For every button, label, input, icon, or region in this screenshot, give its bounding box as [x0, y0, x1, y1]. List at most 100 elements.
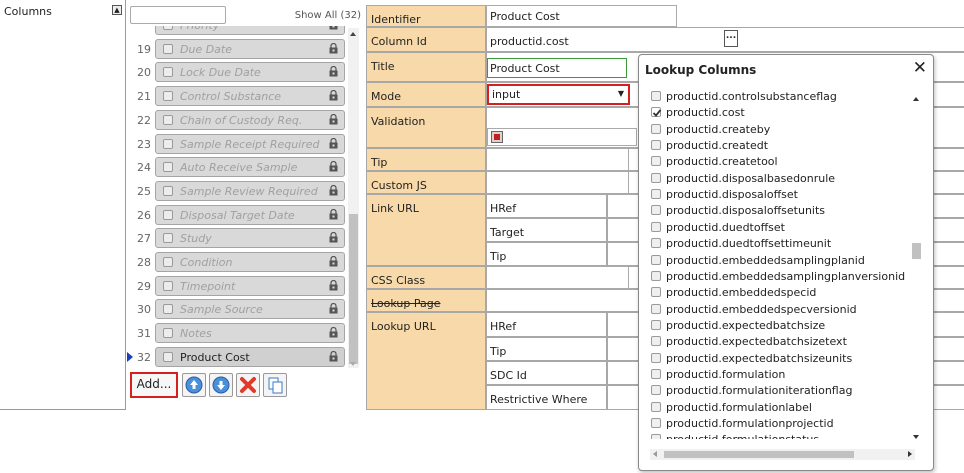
lock-icon[interactable]: [329, 327, 338, 338]
column-id-input[interactable]: productid.cost: [490, 35, 569, 48]
column-checkbox[interactable]: [163, 351, 173, 362]
tip-input[interactable]: [486, 148, 629, 171]
lock-icon[interactable]: [329, 303, 338, 314]
column-list-item[interactable]: 25 Sample Review Required: [127, 180, 359, 201]
lock-icon[interactable]: [329, 232, 338, 243]
column-list-item[interactable]: 27 Study: [127, 228, 359, 249]
lock-icon[interactable]: [329, 42, 338, 54]
column-list-item[interactable]: 30 Sample Source: [127, 299, 359, 320]
column-checkbox[interactable]: [163, 138, 173, 149]
column-list-item[interactable]: 32 Product Cost: [127, 346, 359, 367]
option-checkbox[interactable]: [651, 189, 661, 200]
column-list-item[interactable]: 19 Due Date: [127, 38, 359, 59]
column-checkbox[interactable]: [163, 233, 173, 244]
column-list-item[interactable]: Priority: [127, 26, 359, 35]
column-checkbox[interactable]: [163, 114, 173, 125]
column-checkbox[interactable]: [163, 209, 173, 220]
column-item-pill[interactable]: Lock Due Date: [155, 62, 345, 83]
option-checkbox[interactable]: [651, 401, 661, 412]
option-checkbox[interactable]: [651, 418, 661, 428]
column-item-pill[interactable]: Control Substance: [155, 86, 345, 107]
validation-edit-icon[interactable]: [491, 131, 503, 143]
lock-icon[interactable]: [329, 66, 338, 77]
column-item-pill[interactable]: Priority: [155, 26, 345, 35]
option-checkbox[interactable]: [651, 123, 661, 134]
option-checkbox[interactable]: [651, 107, 662, 118]
option-checkbox[interactable]: [651, 385, 661, 396]
option-checkbox[interactable]: [651, 303, 661, 314]
column-list-item[interactable]: 26 Disposal Target Date: [127, 204, 359, 225]
option-checkbox[interactable]: [651, 205, 661, 216]
lock-icon[interactable]: [329, 113, 338, 125]
option-checkbox[interactable]: [651, 319, 661, 330]
option-checkbox[interactable]: [651, 156, 661, 167]
column-item-pill[interactable]: Sample Review Required: [155, 180, 345, 201]
option-checkbox[interactable]: [651, 221, 661, 232]
column-item-pill[interactable]: Notes: [155, 323, 345, 344]
dialog-vertical-scrollbar[interactable]: [911, 91, 922, 447]
column-item-pill[interactable]: Timepoint: [155, 275, 345, 296]
column-list-item[interactable]: 28 Condition: [127, 252, 359, 272]
option-checkbox[interactable]: [651, 270, 661, 281]
column-list-item[interactable]: 24 Auto Receive Sample: [127, 157, 359, 178]
column-item-pill[interactable]: Condition: [155, 252, 345, 272]
title-input[interactable]: Product Cost: [487, 58, 627, 78]
validation-field[interactable]: [487, 128, 637, 146]
lock-icon[interactable]: [329, 137, 338, 149]
collapse-toggle-icon[interactable]: ▲: [112, 5, 122, 15]
dialog-horizontal-scrollbar[interactable]: [650, 449, 915, 460]
dialog-hscroll-thumb[interactable]: [664, 451, 854, 458]
option-checkbox[interactable]: [651, 352, 661, 363]
column-list-scrollbar[interactable]: [348, 28, 359, 368]
column-list-scroll-thumb[interactable]: [349, 214, 358, 364]
column-checkbox[interactable]: [163, 26, 173, 30]
delete-column-button[interactable]: [236, 373, 260, 397]
column-checkbox[interactable]: [163, 91, 173, 102]
column-item-pill[interactable]: Sample Source: [155, 299, 345, 320]
column-item-pill[interactable]: Product Cost: [155, 346, 345, 367]
column-checkbox[interactable]: [163, 257, 173, 267]
option-checkbox[interactable]: [651, 172, 661, 183]
column-item-pill[interactable]: Due Date: [155, 38, 345, 59]
column-item-pill[interactable]: Study: [155, 228, 345, 249]
column-checkbox[interactable]: [163, 280, 173, 291]
option-checkbox[interactable]: [651, 434, 661, 439]
lock-icon[interactable]: [329, 161, 338, 172]
show-all-link[interactable]: Show All (32): [295, 10, 361, 21]
column-list-item[interactable]: 29 Timepoint: [127, 275, 359, 296]
column-list-item[interactable]: 23 Sample Receipt Required: [127, 133, 359, 154]
lock-icon[interactable]: [329, 208, 338, 220]
move-down-button[interactable]: [209, 373, 233, 397]
custom-js-input[interactable]: [486, 171, 629, 194]
column-list-item[interactable]: 21 Control Substance: [127, 86, 359, 107]
copy-column-button[interactable]: [263, 373, 287, 397]
column-list-item[interactable]: 31 Notes: [127, 323, 359, 344]
lock-icon[interactable]: [329, 184, 338, 196]
option-checkbox[interactable]: [651, 368, 661, 379]
move-up-button[interactable]: [182, 373, 206, 397]
identifier-input[interactable]: Product Cost: [486, 5, 677, 27]
dialog-vscroll-thumb[interactable]: [912, 243, 921, 259]
lock-icon[interactable]: [329, 279, 338, 291]
column-filter-input[interactable]: [130, 6, 226, 24]
lock-icon[interactable]: [329, 256, 338, 267]
option-checkbox[interactable]: [651, 140, 661, 151]
column-item-pill[interactable]: Chain of Custody Req.: [155, 109, 345, 130]
column-checkbox[interactable]: [163, 328, 173, 339]
mode-select[interactable]: input ▼: [487, 84, 630, 105]
close-icon[interactable]: ✕: [913, 58, 927, 78]
column-id-browse-button[interactable]: ...: [724, 30, 738, 47]
lock-icon[interactable]: [329, 350, 338, 362]
option-checkbox[interactable]: [651, 336, 661, 347]
add-column-button[interactable]: Add...: [130, 372, 178, 398]
column-list-item[interactable]: 20 Lock Due Date: [127, 62, 359, 83]
option-checkbox[interactable]: [651, 287, 661, 298]
option-checkbox[interactable]: [651, 254, 661, 265]
lock-icon[interactable]: [329, 90, 338, 101]
column-item-pill[interactable]: Auto Receive Sample: [155, 157, 345, 178]
column-checkbox[interactable]: [163, 43, 173, 54]
column-checkbox[interactable]: [163, 67, 173, 78]
css-class-input[interactable]: [486, 266, 629, 289]
column-list-item[interactable]: 22 Chain of Custody Req.: [127, 109, 359, 130]
column-checkbox[interactable]: [163, 162, 173, 173]
